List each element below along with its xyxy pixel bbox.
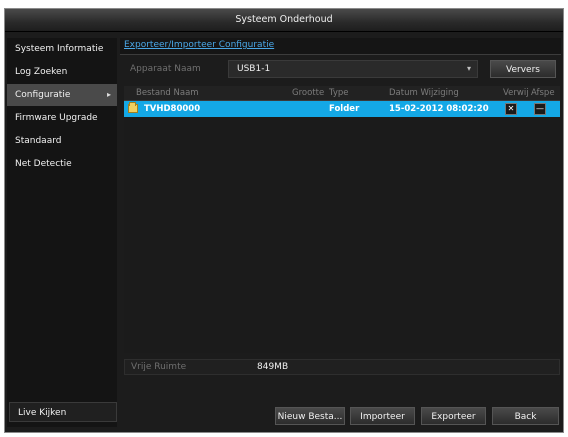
dropdown-arrow-icon: ▾ — [466, 64, 471, 73]
sidebar-item-label: Log Zoeken — [15, 67, 68, 77]
free-space-row: Vrije Ruimte 849MB — [124, 359, 560, 375]
back-button[interactable]: Back — [492, 407, 559, 425]
refresh-button[interactable]: Ververs — [490, 60, 556, 78]
sidebar: Systeem Informatie Log Zoeken Configurat… — [7, 38, 117, 427]
sidebar-item-default[interactable]: Standaard — [7, 130, 117, 152]
export-button[interactable]: Exporteer — [421, 407, 486, 425]
section-tab-bar: Exporteer/Importeer Configuratie — [120, 38, 561, 55]
sidebar-item-label: Systeem Informatie — [15, 44, 104, 54]
cell-type: Folder — [329, 104, 360, 114]
sidebar-item-label: Configuratie — [15, 90, 71, 100]
file-table-header: Bestand Naam Grootte Type Datum Wijzigin… — [124, 86, 560, 101]
chevron-right-icon: ▸ — [106, 90, 111, 99]
cell-date: 15-02-2012 08:02:20 — [389, 104, 489, 114]
import-button[interactable]: Importeer — [350, 407, 415, 425]
tab-export-import-config[interactable]: Exporteer/Importeer Configuratie — [124, 40, 274, 50]
sidebar-item-log-search[interactable]: Log Zoeken — [7, 61, 117, 83]
sidebar-item-label: Standaard — [15, 136, 62, 146]
play-icon[interactable]: — — [534, 103, 546, 115]
sidebar-item-label: Firmware Upgrade — [15, 113, 98, 123]
column-header-size[interactable]: Grootte — [292, 88, 324, 98]
sidebar-item-firmware-upgrade[interactable]: Firmware Upgrade — [7, 107, 117, 129]
folder-icon — [128, 102, 138, 113]
column-header-type[interactable]: Type — [329, 88, 349, 98]
sidebar-item-net-detection[interactable]: Net Detectie — [7, 153, 117, 175]
device-name-label: Apparaat Naam — [130, 64, 201, 74]
sidebar-item-configuration[interactable]: Configuratie ▸ — [7, 84, 117, 106]
free-space-value: 849MB — [257, 362, 289, 372]
file-table-body: TVHD80000 Folder 15-02-2012 08:02:20 ✕ — — [124, 101, 560, 353]
main-panel: Exporteer/Importeer Configuratie Apparaa… — [120, 38, 561, 427]
live-view-button[interactable]: Live Kijken — [9, 402, 117, 422]
device-select[interactable]: USB1-1 ▾ — [228, 60, 478, 78]
delete-icon[interactable]: ✕ — [505, 103, 517, 115]
sidebar-item-label: Net Detectie — [15, 159, 72, 169]
window-title: Systeem Onderhoud — [5, 9, 563, 32]
cell-name: TVHD80000 — [144, 104, 201, 114]
device-select-value: USB1-1 — [237, 64, 271, 74]
column-header-delete[interactable]: Verwij — [503, 88, 529, 98]
column-header-play[interactable]: Afspe — [531, 88, 555, 98]
sidebar-item-system-info[interactable]: Systeem Informatie — [7, 38, 117, 60]
column-header-name[interactable]: Bestand Naam — [136, 88, 199, 98]
new-folder-button[interactable]: Nieuw Besta... — [275, 407, 345, 425]
free-space-label: Vrije Ruimte — [131, 362, 187, 372]
system-maintenance-window: Systeem Onderhoud Systeem Informatie Log… — [4, 8, 564, 433]
table-row[interactable]: TVHD80000 Folder 15-02-2012 08:02:20 ✕ — — [124, 101, 560, 117]
column-header-date[interactable]: Datum Wijziging — [389, 88, 459, 98]
device-row: Apparaat Naam USB1-1 ▾ Ververs — [124, 60, 559, 78]
